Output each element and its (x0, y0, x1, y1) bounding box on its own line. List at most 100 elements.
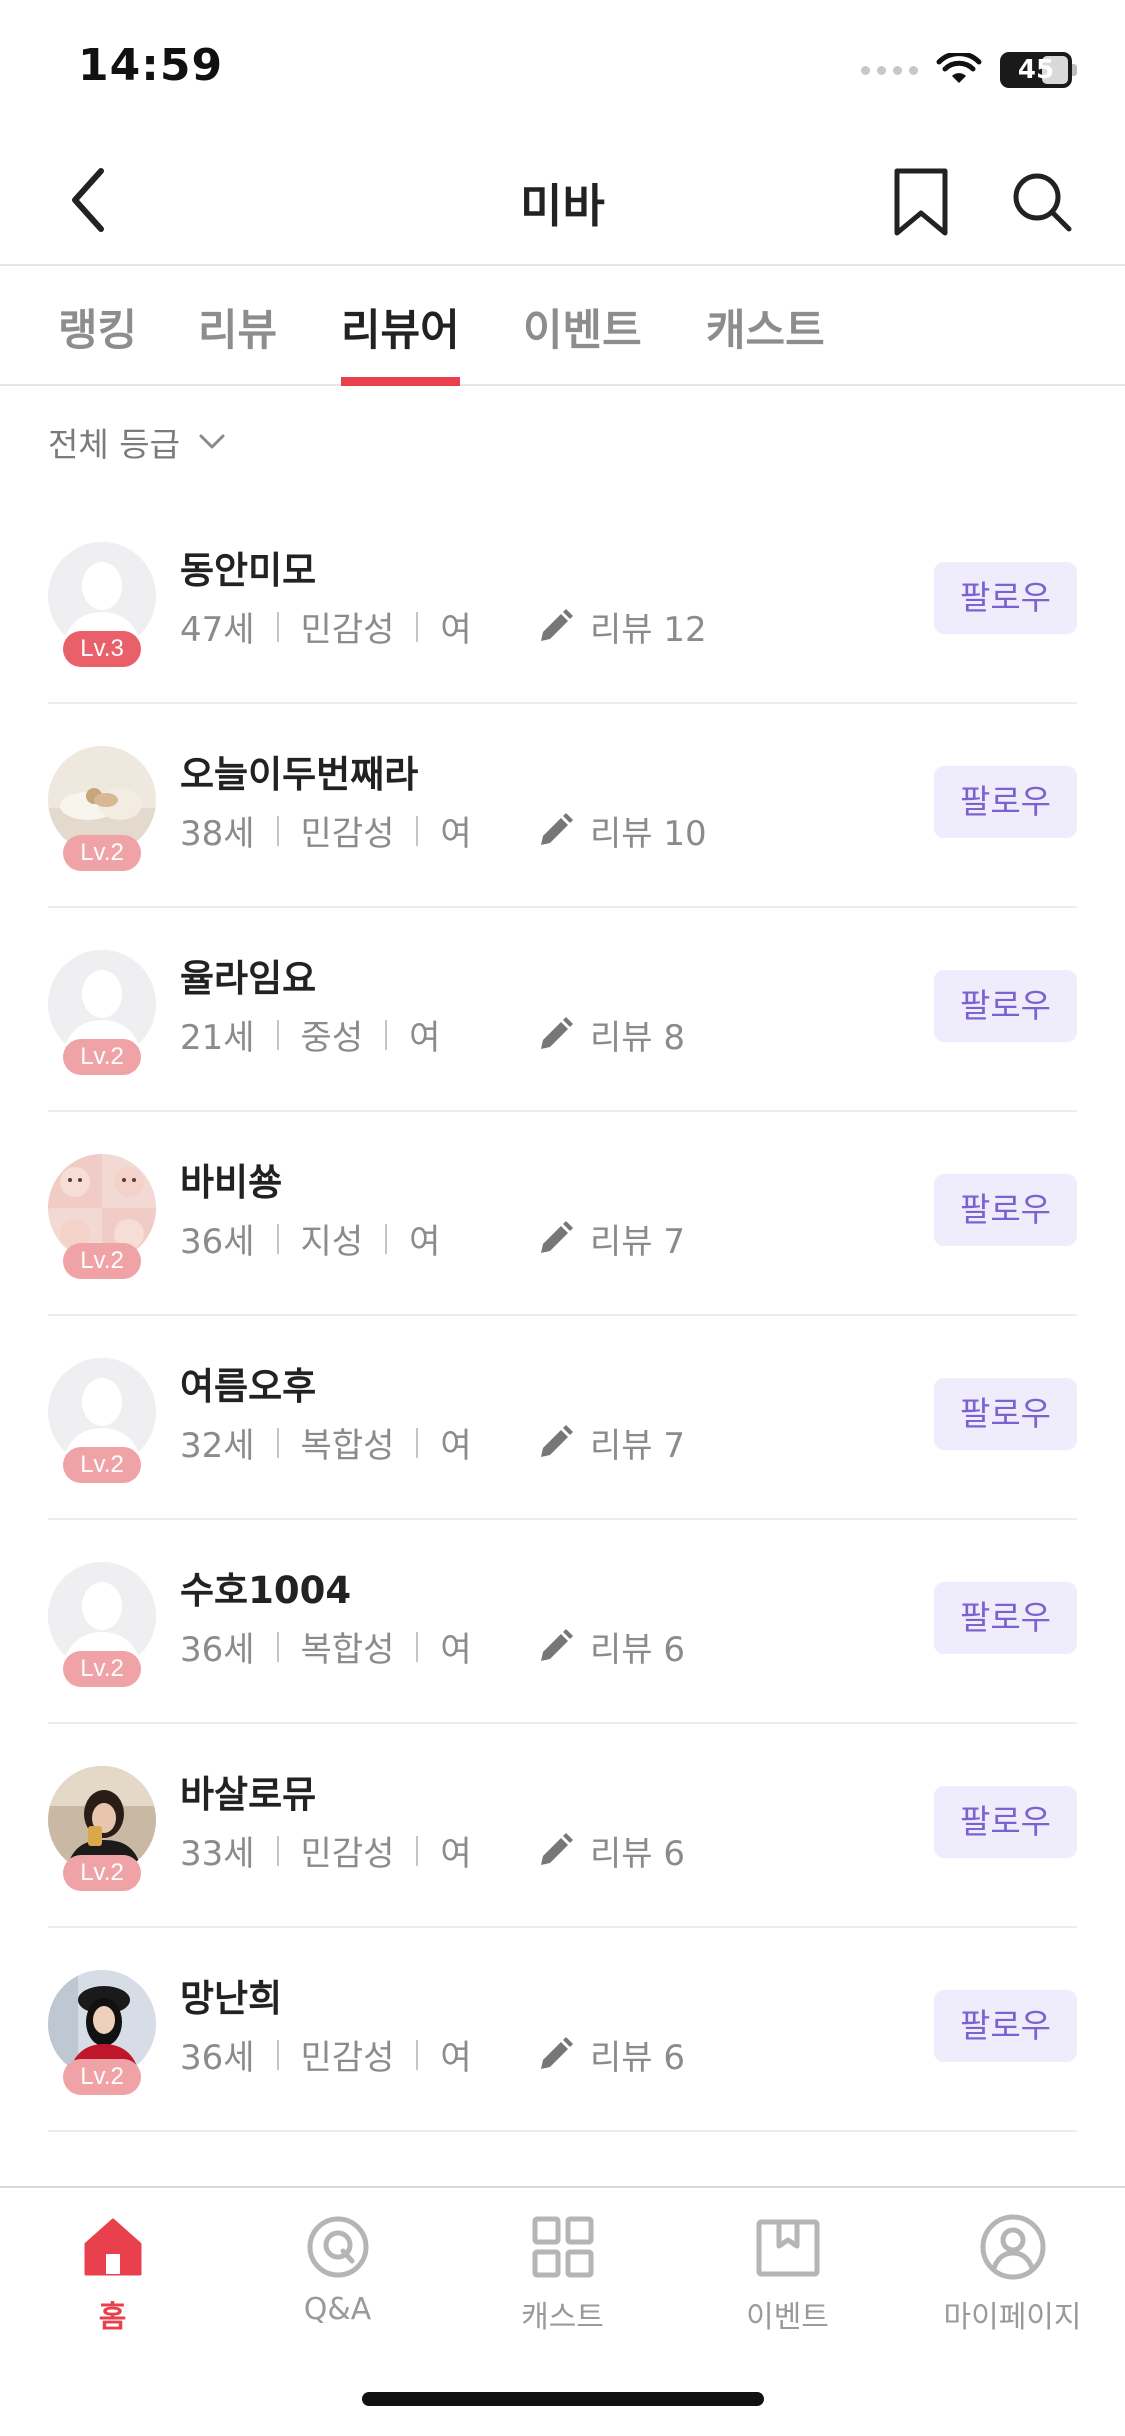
reviewer-meta: 36세 복합성 여 (180, 1622, 472, 1671)
pencil-icon (541, 608, 573, 641)
divider (48, 2130, 1077, 2132)
status-indicators: 45 (861, 48, 1077, 92)
reviewer-gender: 여 (440, 2038, 472, 2078)
review-count-label: 리뷰 7 (590, 1426, 685, 1466)
tab-bar: 랭킹 리뷰 리뷰어 이벤트 캐스트 (0, 266, 1125, 386)
reviewer-skin-type: 복합성 (300, 1630, 395, 1670)
reviewer-gender: 여 (440, 1426, 472, 1466)
reviewer-gender: 여 (409, 1222, 441, 1262)
follow-button[interactable]: 팔로우 (934, 562, 1077, 634)
reviewer-name[interactable]: 오늘이두번째라 (180, 744, 418, 798)
reviewer-list: Lv.3 동안미모 47세 민감성 여 리뷰 12 팔로우 Lv.2 오늘이두번… (0, 500, 1125, 2132)
reviewer-row[interactable]: Lv.2 바살로뮤 33세 민감성 여 리뷰 6 팔로우 (0, 1724, 1125, 1928)
level-badge: Lv.2 (63, 2059, 141, 2095)
reviewer-name[interactable]: 바살로뮤 (180, 1764, 316, 1818)
nav-cast-label: 캐스트 (521, 2300, 604, 2335)
reviewer-meta: 21세 중성 여 (180, 1010, 440, 1059)
follow-button[interactable]: 팔로우 (934, 1378, 1077, 1450)
nav-qna-label: Q&A (303, 2292, 372, 2327)
reviewer-age: 33세 (180, 1834, 255, 1874)
reviewer-skin-type: 민감성 (300, 2038, 395, 2078)
pencil-icon (541, 1016, 573, 1049)
reviewer-skin-type: 중성 (300, 1018, 364, 1058)
reviewer-skin-type: 민감성 (300, 1834, 395, 1874)
review-count: 리뷰 8 (536, 1010, 685, 1059)
review-count-label: 리뷰 10 (590, 814, 707, 854)
reviewer-name[interactable]: 수호1004 (180, 1560, 351, 1614)
tab-cast[interactable]: 캐스트 (706, 296, 825, 386)
review-count-label: 리뷰 7 (590, 1222, 685, 1262)
review-count: 리뷰 7 (536, 1418, 685, 1467)
follow-button[interactable]: 팔로우 (934, 766, 1077, 838)
home-icon (84, 2218, 141, 2276)
status-bar: 14:59 45 (0, 0, 1125, 132)
search-icon (1013, 173, 1072, 232)
grid-icon (532, 2216, 593, 2278)
reviewer-age: 38세 (180, 814, 255, 854)
home-indicator (362, 2392, 764, 2406)
review-count-label: 리뷰 6 (590, 1630, 685, 1670)
nav-mypage[interactable]: 마이페이지 (900, 2208, 1125, 2338)
tab-review[interactable]: 리뷰 (198, 296, 277, 386)
reviewer-skin-type: 민감성 (300, 814, 395, 854)
review-count: 리뷰 7 (536, 1214, 685, 1263)
battery-level: 45 (1017, 55, 1055, 85)
reviewer-name[interactable]: 망난희 (180, 1968, 282, 2022)
reviewer-age: 21세 (180, 1018, 255, 1058)
reviewer-age: 36세 (180, 1222, 255, 1262)
review-count-label: 리뷰 12 (590, 610, 707, 650)
review-count: 리뷰 6 (536, 1622, 685, 1671)
follow-button[interactable]: 팔로우 (934, 1786, 1077, 1858)
grade-filter-dropdown[interactable]: 전체 등급 (48, 418, 226, 466)
reviewer-name[interactable]: 바비쑝 (180, 1152, 282, 1206)
nav-mypage-label: 마이페이지 (943, 2300, 1082, 2335)
wifi-icon (936, 53, 982, 83)
reviewer-age: 47세 (180, 610, 255, 650)
pencil-icon (541, 1832, 573, 1865)
reviewer-row[interactable]: Lv.2 율라임요 21세 중성 여 리뷰 8 팔로우 (0, 908, 1125, 1112)
follow-button[interactable]: 팔로우 (934, 1174, 1077, 1246)
gift-box-icon (756, 2219, 819, 2277)
pencil-icon (541, 1628, 573, 1661)
review-count: 리뷰 10 (536, 806, 707, 855)
reviewer-name[interactable]: 율라임요 (180, 948, 316, 1002)
follow-button[interactable]: 팔로우 (934, 1582, 1077, 1654)
reviewer-row[interactable]: Lv.2 바비쑝 36세 지성 여 리뷰 7 팔로우 (0, 1112, 1125, 1316)
pencil-icon (541, 1220, 573, 1253)
level-badge: Lv.2 (63, 1447, 141, 1483)
tab-event[interactable]: 이벤트 (523, 296, 642, 386)
reviewer-age: 36세 (180, 1630, 255, 1670)
reviewer-name[interactable]: 동안미모 (180, 540, 316, 594)
nav-qna[interactable]: Q&A (225, 2208, 450, 2338)
reviewer-meta: 47세 민감성 여 (180, 602, 472, 651)
reviewer-row[interactable]: Lv.3 동안미모 47세 민감성 여 리뷰 12 팔로우 (0, 500, 1125, 704)
level-badge: Lv.2 (63, 1039, 141, 1075)
tab-reviewer[interactable]: 리뷰어 (341, 296, 460, 386)
reviewer-age: 32세 (180, 1426, 255, 1466)
follow-button[interactable]: 팔로우 (934, 970, 1077, 1042)
nav-home[interactable]: 홈 (0, 2208, 225, 2338)
app-header: 미바 (0, 132, 1125, 266)
review-count: 리뷰 6 (536, 2030, 685, 2079)
tab-ranking[interactable]: 랭킹 (58, 296, 137, 386)
reviewer-gender: 여 (440, 610, 472, 650)
reviewer-meta: 36세 지성 여 (180, 1214, 440, 1263)
reviewer-row[interactable]: Lv.2 오늘이두번째라 38세 민감성 여 리뷰 10 팔로우 (0, 704, 1125, 908)
reviewer-row[interactable]: Lv.2 망난희 36세 민감성 여 리뷰 6 팔로우 (0, 1928, 1125, 2132)
nav-home-label: 홈 (98, 2300, 127, 2335)
reviewer-name[interactable]: 여름오후 (180, 1356, 316, 1410)
chevron-down-icon (199, 434, 225, 449)
level-badge: Lv.2 (63, 835, 141, 871)
review-count-label: 리뷰 8 (590, 1018, 685, 1058)
bookmark-button[interactable] (888, 162, 954, 242)
reviewer-row[interactable]: Lv.2 수호1004 36세 복합성 여 리뷰 6 팔로우 (0, 1520, 1125, 1724)
pencil-icon (541, 2036, 573, 2069)
search-button[interactable] (1004, 162, 1080, 242)
nav-event[interactable]: 이벤트 (675, 2208, 900, 2338)
nav-cast[interactable]: 캐스트 (450, 2208, 675, 2338)
reviewer-row[interactable]: Lv.2 여름오후 32세 복합성 여 리뷰 7 팔로우 (0, 1316, 1125, 1520)
reviewer-skin-type: 지성 (300, 1222, 364, 1262)
nav-event-label: 이벤트 (746, 2300, 829, 2335)
follow-button[interactable]: 팔로우 (934, 1990, 1077, 2062)
cellular-signal-icon (861, 65, 918, 75)
